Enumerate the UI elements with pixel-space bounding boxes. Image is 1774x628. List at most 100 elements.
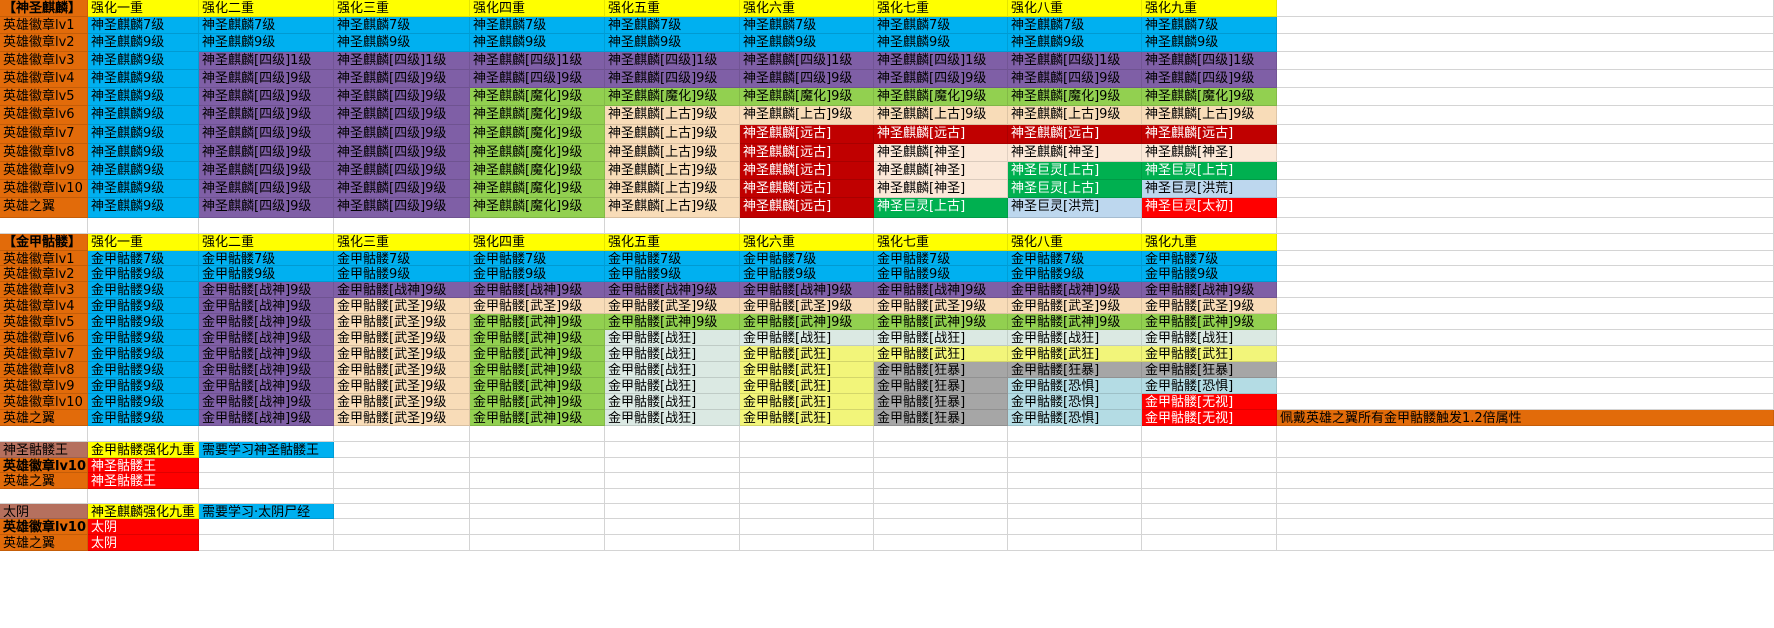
cell-r2-c2[interactable]: 神圣麒麟9级	[199, 34, 334, 52]
cell-r26-c1[interactable]: 金甲骷髅强化九重	[88, 442, 199, 458]
cell-r11-c2[interactable]: 神圣麒麟[四级]9级	[199, 198, 334, 218]
cell-r14-c2[interactable]: 金甲骷髅7级	[199, 251, 334, 266]
cell-r2-c9[interactable]: 神圣麒麟9级	[1142, 34, 1277, 52]
cell-r23-c3[interactable]: 金甲骷髅[武圣]9级	[334, 394, 470, 410]
cell-r14-c9[interactable]: 金甲骷髅7级	[1142, 251, 1277, 266]
cell-r20-c1[interactable]: 金甲骷髅9级	[88, 346, 199, 362]
cell-r6-c4[interactable]: 神圣麒麟[魔化]9级	[470, 106, 605, 125]
cell-r32-c4[interactable]	[470, 535, 605, 551]
cell-r5-c6[interactable]: 神圣麒麟[魔化]9级	[740, 88, 874, 106]
cell-r19-c7[interactable]: 金甲骷髅[战狂]	[874, 330, 1008, 346]
cell-r0-c10[interactable]	[1277, 0, 1774, 17]
cell-r6-c10[interactable]	[1277, 106, 1774, 125]
cell-r25-c0[interactable]	[0, 426, 88, 442]
cell-r3-c0[interactable]: 英雄徽章lv3	[0, 52, 88, 70]
cell-r5-c5[interactable]: 神圣麒麟[魔化]9级	[605, 88, 740, 106]
cell-r5-c8[interactable]: 神圣麒麟[魔化]9级	[1008, 88, 1142, 106]
cell-r30-c1[interactable]: 神圣麒麟强化九重	[88, 504, 199, 519]
cell-r12-c10[interactable]	[1277, 218, 1774, 234]
cell-r8-c4[interactable]: 神圣麒麟[魔化]9级	[470, 144, 605, 162]
cell-r28-c8[interactable]	[1008, 473, 1142, 489]
cell-r32-c9[interactable]	[1142, 535, 1277, 551]
cell-r26-c6[interactable]	[740, 442, 874, 458]
cell-r15-c10[interactable]	[1277, 266, 1774, 282]
cell-r23-c5[interactable]: 金甲骷髅[战狂]	[605, 394, 740, 410]
cell-r7-c8[interactable]: 神圣麒麟[远古]	[1008, 125, 1142, 144]
cell-r14-c8[interactable]: 金甲骷髅7级	[1008, 251, 1142, 266]
cell-r17-c10[interactable]	[1277, 298, 1774, 314]
cell-r11-c6[interactable]: 神圣麒麟[远古]	[740, 198, 874, 218]
cell-r16-c3[interactable]: 金甲骷髅[战神]9级	[334, 282, 470, 298]
cell-r4-c7[interactable]: 神圣麒麟[四级]9级	[874, 70, 1008, 88]
cell-r31-c5[interactable]	[605, 519, 740, 535]
cell-r12-c8[interactable]	[1008, 218, 1142, 234]
cell-r25-c8[interactable]	[1008, 426, 1142, 442]
cell-r17-c9[interactable]: 金甲骷髅[武圣]9级	[1142, 298, 1277, 314]
cell-r8-c5[interactable]: 神圣麒麟[上古]9级	[605, 144, 740, 162]
cell-r6-c5[interactable]: 神圣麒麟[上古]9级	[605, 106, 740, 125]
cell-r27-c1[interactable]: 神圣骷髅王	[88, 458, 199, 473]
cell-r32-c8[interactable]	[1008, 535, 1142, 551]
cell-r26-c9[interactable]	[1142, 442, 1277, 458]
cell-r11-c0[interactable]: 英雄之翼	[0, 198, 88, 218]
cell-r4-c4[interactable]: 神圣麒麟[四级]9级	[470, 70, 605, 88]
cell-r18-c0[interactable]: 英雄徽章lv5	[0, 314, 88, 330]
cell-r3-c5[interactable]: 神圣麒麟[四级]1级	[605, 52, 740, 70]
cell-r4-c3[interactable]: 神圣麒麟[四级]9级	[334, 70, 470, 88]
cell-r13-c5[interactable]: 强化五重	[605, 234, 740, 251]
cell-r27-c8[interactable]	[1008, 458, 1142, 473]
cell-r2-c7[interactable]: 神圣麒麟9级	[874, 34, 1008, 52]
cell-r20-c8[interactable]: 金甲骷髅[武狂]	[1008, 346, 1142, 362]
cell-r30-c7[interactable]	[874, 504, 1008, 519]
cell-r20-c4[interactable]: 金甲骷髅[武神]9级	[470, 346, 605, 362]
cell-r21-c6[interactable]: 金甲骷髅[武狂]	[740, 362, 874, 378]
cell-r6-c9[interactable]: 神圣麒麟[上古]9级	[1142, 106, 1277, 125]
cell-r7-c0[interactable]: 英雄徽章lv7	[0, 125, 88, 144]
cell-r18-c2[interactable]: 金甲骷髅[战神]9级	[199, 314, 334, 330]
cell-r30-c2[interactable]: 需要学习·太阴尸经	[199, 504, 334, 519]
cell-r31-c9[interactable]	[1142, 519, 1277, 535]
cell-r21-c10[interactable]	[1277, 362, 1774, 378]
cell-r27-c6[interactable]	[740, 458, 874, 473]
cell-r17-c2[interactable]: 金甲骷髅[战神]9级	[199, 298, 334, 314]
cell-r23-c1[interactable]: 金甲骷髅9级	[88, 394, 199, 410]
cell-r11-c9[interactable]: 神圣巨灵[太初]	[1142, 198, 1277, 218]
cell-r19-c8[interactable]: 金甲骷髅[战狂]	[1008, 330, 1142, 346]
cell-r16-c1[interactable]: 金甲骷髅9级	[88, 282, 199, 298]
cell-r29-c1[interactable]	[88, 489, 199, 504]
cell-r27-c3[interactable]	[334, 458, 470, 473]
cell-r15-c8[interactable]: 金甲骷髅9级	[1008, 266, 1142, 282]
cell-r0-c5[interactable]: 强化五重	[605, 0, 740, 17]
cell-r7-c7[interactable]: 神圣麒麟[远古]	[874, 125, 1008, 144]
cell-r18-c1[interactable]: 金甲骷髅9级	[88, 314, 199, 330]
cell-r5-c1[interactable]: 神圣麒麟9级	[88, 88, 199, 106]
cell-r27-c2[interactable]	[199, 458, 334, 473]
cell-r1-c2[interactable]: 神圣麒麟7级	[199, 17, 334, 34]
cell-r9-c7[interactable]: 神圣麒麟[神圣]	[874, 162, 1008, 180]
cell-r18-c8[interactable]: 金甲骷髅[武神]9级	[1008, 314, 1142, 330]
cell-r20-c6[interactable]: 金甲骷髅[武狂]	[740, 346, 874, 362]
cell-r31-c8[interactable]	[1008, 519, 1142, 535]
cell-r31-c2[interactable]	[199, 519, 334, 535]
cell-r31-c1[interactable]: 太阴	[88, 519, 199, 535]
cell-r20-c2[interactable]: 金甲骷髅[战神]9级	[199, 346, 334, 362]
cell-r25-c10[interactable]	[1277, 426, 1774, 442]
cell-r4-c9[interactable]: 神圣麒麟[四级]9级	[1142, 70, 1277, 88]
cell-r19-c10[interactable]	[1277, 330, 1774, 346]
cell-r10-c2[interactable]: 神圣麒麟[四级]9级	[199, 180, 334, 198]
cell-r28-c9[interactable]	[1142, 473, 1277, 489]
cell-r22-c1[interactable]: 金甲骷髅9级	[88, 378, 199, 394]
cell-r26-c3[interactable]	[334, 442, 470, 458]
cell-r17-c6[interactable]: 金甲骷髅[武圣]9级	[740, 298, 874, 314]
cell-r10-c0[interactable]: 英雄徽章lv10	[0, 180, 88, 198]
cell-r4-c1[interactable]: 神圣麒麟9级	[88, 70, 199, 88]
cell-r11-c4[interactable]: 神圣麒麟[魔化]9级	[470, 198, 605, 218]
cell-r30-c5[interactable]	[605, 504, 740, 519]
cell-r26-c4[interactable]	[470, 442, 605, 458]
cell-r28-c2[interactable]	[199, 473, 334, 489]
cell-r19-c6[interactable]: 金甲骷髅[战狂]	[740, 330, 874, 346]
cell-r8-c9[interactable]: 神圣麒麟[神圣]	[1142, 144, 1277, 162]
cell-r25-c7[interactable]	[874, 426, 1008, 442]
cell-r14-c0[interactable]: 英雄徽章lv1	[0, 251, 88, 266]
cell-r24-c9[interactable]: 金甲骷髅[无视]	[1142, 410, 1277, 426]
